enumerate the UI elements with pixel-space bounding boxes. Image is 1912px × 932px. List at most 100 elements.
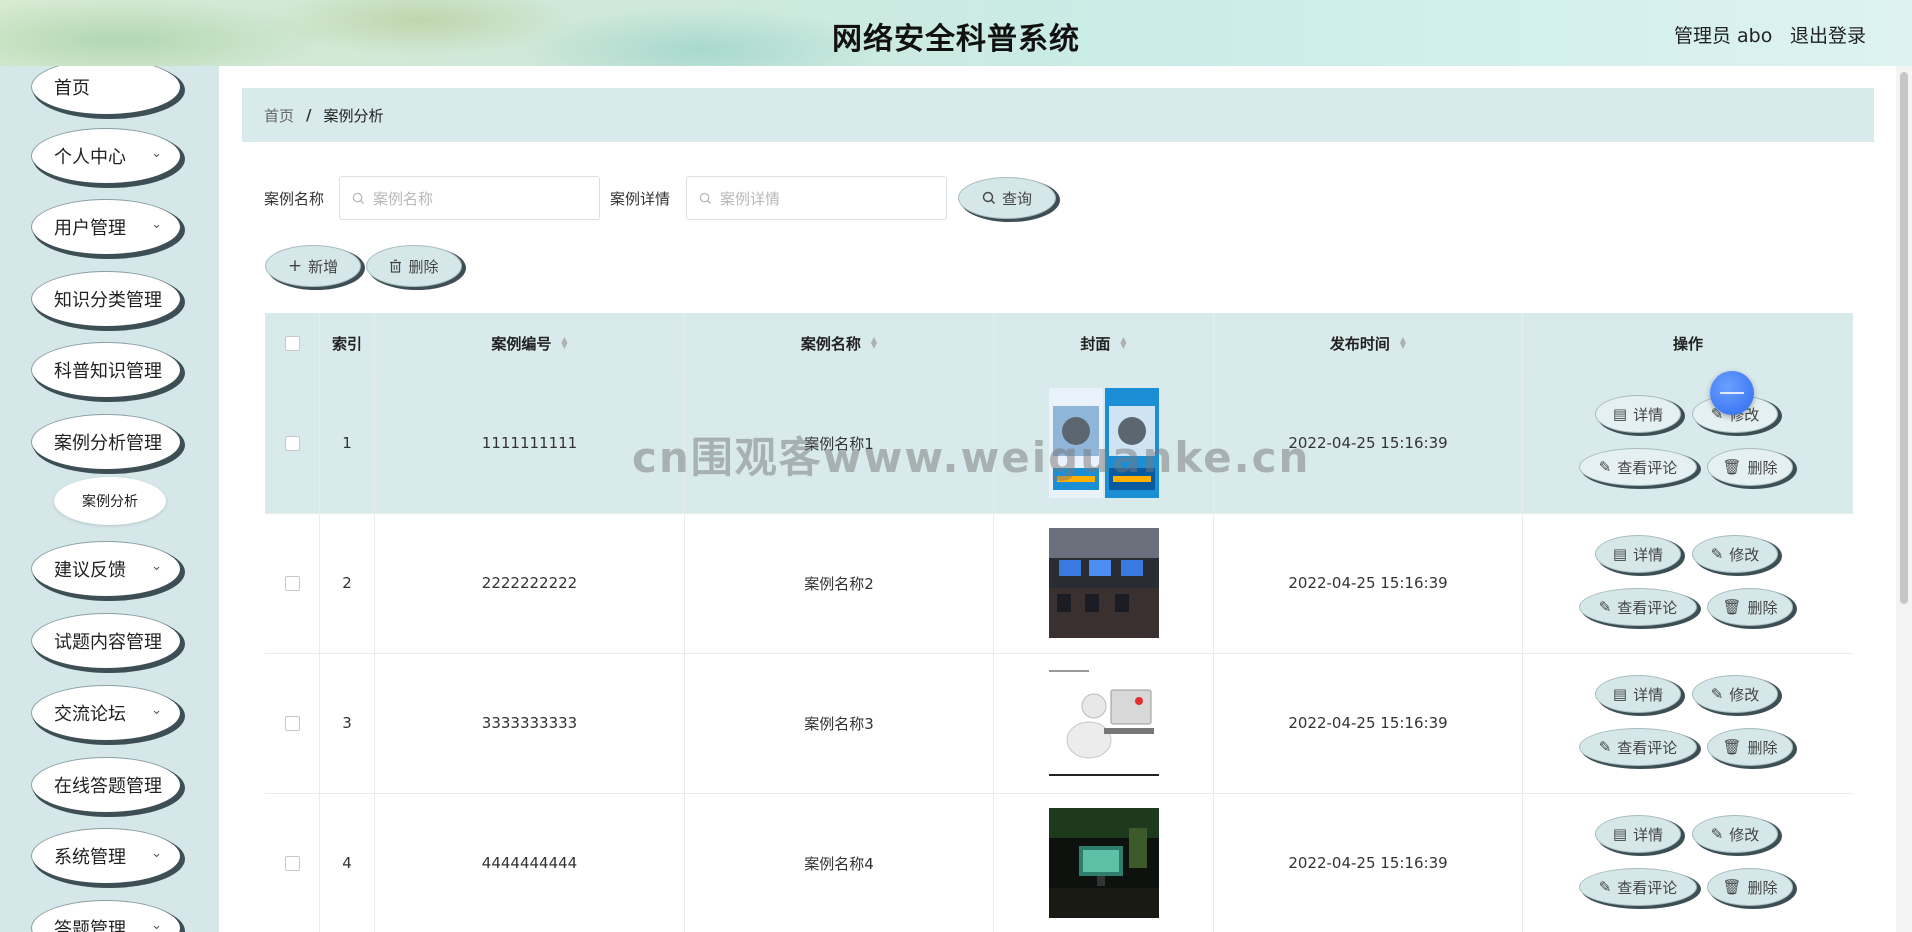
edit-icon: ✎ <box>1598 458 1612 476</box>
cover-image[interactable] <box>1048 668 1159 778</box>
sidebar-item-science-knowledge[interactable]: 科普知识管理 <box>32 343 180 397</box>
row-select-cell[interactable] <box>265 373 320 513</box>
delete-button-label: 删除 <box>1747 458 1778 477</box>
sidebar-item-label: 建议反馈 <box>54 560 126 581</box>
delete-button[interactable]: 🗑 删除 <box>1707 588 1793 626</box>
detail-button[interactable]: ▤ 详情 <box>1595 395 1681 433</box>
breadcrumb-separator: / <box>306 106 312 124</box>
cover-image[interactable] <box>1048 808 1159 918</box>
sidebar-item-user-management[interactable]: 用户管理 ⌄ <box>32 200 180 254</box>
sidebar-item-label: 案例分析管理 <box>54 433 162 454</box>
sort-icon[interactable]: ▲ ▼ <box>1400 336 1406 350</box>
header-name[interactable]: 案例名称 ▲ ▼ <box>685 313 994 373</box>
edit-button[interactable]: ✎ 修改 <box>1692 815 1778 853</box>
name-cell: 案例名称1 <box>685 373 994 513</box>
trash-icon <box>390 259 402 273</box>
batch-delete-button[interactable]: 删除 <box>366 245 462 287</box>
table-row: 4 4444444444 案例名称4 2022-04-25 15:16:39 ▤… <box>265 793 1853 932</box>
delete-button-label: 删除 <box>1747 878 1778 897</box>
cover-image[interactable] <box>1048 528 1159 638</box>
view-comments-label: 查看评论 <box>1617 598 1678 617</box>
floating-assistant-button[interactable] <box>1710 371 1754 415</box>
header-code-label: 案例编号 <box>491 334 552 353</box>
view-comments-label: 查看评论 <box>1617 878 1678 897</box>
row-checkbox[interactable] <box>284 575 300 591</box>
header-cover[interactable]: 封面 ▲ ▼ <box>994 313 1214 373</box>
edit-button[interactable]: ✎ 修改 <box>1692 675 1778 713</box>
sidebar-subitem-case-analysis[interactable]: 案例分析 <box>54 477 166 525</box>
header-select-all[interactable] <box>265 313 320 373</box>
delete-button-label: 删除 <box>1747 738 1778 757</box>
chevron-down-icon: ⌄ <box>151 703 162 718</box>
detail-button-label: 详情 <box>1633 685 1664 704</box>
sidebar-item-personal-center[interactable]: 个人中心 ⌄ <box>32 129 180 183</box>
index-cell: 3 <box>320 653 375 793</box>
trash-icon: 🗑 <box>1722 738 1742 756</box>
delete-button[interactable]: 🗑 删除 <box>1707 728 1793 766</box>
name-cell: 案例名称4 <box>685 793 994 932</box>
sidebar-item-label: 试题内容管理 <box>54 632 162 653</box>
detail-button[interactable]: ▤ 详情 <box>1595 675 1681 713</box>
row-select-cell[interactable] <box>265 793 320 932</box>
sidebar-item-feedback[interactable]: 建议反馈 ⌄ <box>32 542 180 596</box>
query-button-label: 查询 <box>1001 189 1032 208</box>
row-checkbox[interactable] <box>284 435 300 451</box>
view-comments-label: 查看评论 <box>1617 738 1678 757</box>
breadcrumb-current: 案例分析 <box>323 106 384 125</box>
delete-button-label: 删除 <box>1747 598 1778 617</box>
sidebar-item-label: 首页 <box>54 78 90 99</box>
scrollbar-thumb[interactable] <box>1900 72 1908 604</box>
index-cell: 1 <box>320 373 375 513</box>
sidebar-item-label: 个人中心 <box>54 147 126 168</box>
edit-icon: ✎ <box>1710 825 1724 843</box>
detail-button[interactable]: ▤ 详情 <box>1595 815 1681 853</box>
edit-button[interactable]: ✎ 修改 <box>1692 535 1778 573</box>
view-comments-button[interactable]: ✎ 查看评论 <box>1579 448 1697 486</box>
app-title: 网络安全科普系统 <box>832 22 1080 57</box>
page-scrollbar[interactable] <box>1896 66 1912 932</box>
add-button[interactable]: + 新增 <box>265 245 361 287</box>
view-comments-button[interactable]: ✎ 查看评论 <box>1579 728 1697 766</box>
sidebar-item-forum[interactable]: 交流论坛 ⌄ <box>32 686 180 740</box>
top-header: 网络安全科普系统 管理员 abo 退出登录 <box>0 0 1912 66</box>
sidebar-item-knowledge-category[interactable]: 知识分类管理 <box>32 272 180 326</box>
select-all-checkbox[interactable] <box>284 335 300 351</box>
sort-icon[interactable]: ▲ ▼ <box>561 336 567 350</box>
edit-icon: ✎ <box>1710 545 1724 563</box>
detail-button-label: 详情 <box>1633 825 1664 844</box>
sidebar-item-case-analysis-management[interactable]: 案例分析管理 <box>32 415 180 469</box>
time-cell: 2022-04-25 15:16:39 <box>1214 793 1523 932</box>
row-checkbox[interactable] <box>284 855 300 871</box>
view-comments-button[interactable]: ✎ 查看评论 <box>1579 868 1697 906</box>
header-time[interactable]: 发布时间 ▲ ▼ <box>1214 313 1523 373</box>
delete-button[interactable]: 🗑 删除 <box>1707 448 1793 486</box>
row-checkbox[interactable] <box>284 715 300 731</box>
delete-button[interactable]: 🗑 删除 <box>1707 868 1793 906</box>
cover-image[interactable] <box>1048 388 1159 498</box>
sort-icon[interactable]: ▲ ▼ <box>871 336 877 350</box>
sidebar-item-home[interactable]: 首页 <box>32 66 180 114</box>
row-select-cell[interactable] <box>265 513 320 653</box>
sidebar-item-question-content[interactable]: 试题内容管理 <box>32 614 180 668</box>
header-name-label: 案例名称 <box>800 334 861 353</box>
cover-cell <box>994 373 1214 513</box>
query-button[interactable]: 查询 <box>958 177 1056 219</box>
case-name-input[interactable]: 案例名称 <box>339 176 600 220</box>
header-code[interactable]: 案例编号 ▲ ▼ <box>375 313 685 373</box>
sidebar-item-answer-management[interactable]: 答题管理 ⌄ <box>32 901 180 932</box>
edit-icon: ✎ <box>1598 738 1612 756</box>
sort-icon[interactable]: ▲ ▼ <box>1120 336 1126 350</box>
detail-button[interactable]: ▤ 详情 <box>1595 535 1681 573</box>
logout-link[interactable]: 退出登录 <box>1790 21 1866 48</box>
plus-icon: + <box>287 256 303 276</box>
sidebar-item-online-quiz[interactable]: 在线答题管理 <box>32 758 180 812</box>
case-detail-placeholder: 案例详情 <box>720 189 781 208</box>
case-detail-input[interactable]: 案例详情 <box>686 176 947 220</box>
sidebar-item-system-management[interactable]: 系统管理 ⌄ <box>32 829 180 883</box>
document-icon: ▤ <box>1612 685 1628 703</box>
actions-cell: ▤ 详情 ✎ 修改 ✎ 查看评论 🗑 删除 <box>1523 653 1853 793</box>
time-cell: 2022-04-25 15:16:39 <box>1214 653 1523 793</box>
view-comments-button[interactable]: ✎ 查看评论 <box>1579 588 1697 626</box>
breadcrumb-home[interactable]: 首页 <box>264 105 294 126</box>
row-select-cell[interactable] <box>265 653 320 793</box>
